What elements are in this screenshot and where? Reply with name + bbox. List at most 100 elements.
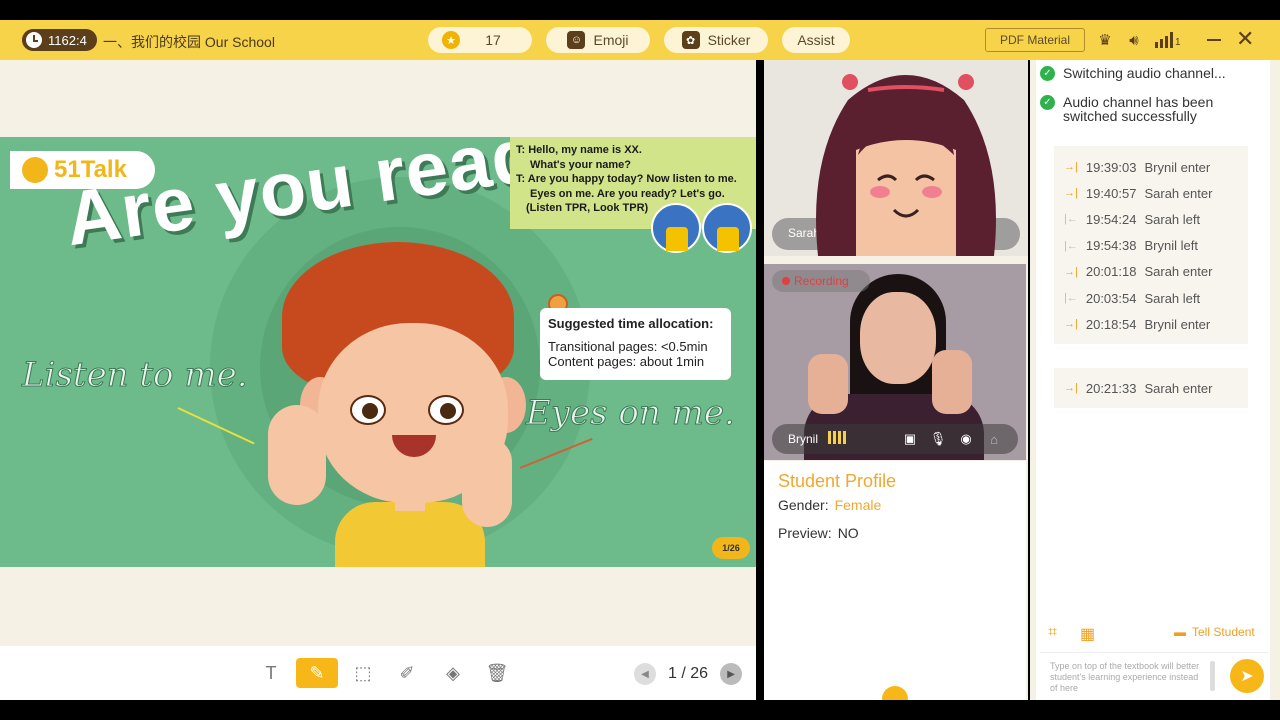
whiteboard-toolbar: T ✎ ⬚ ✐ ◈ 🗑︎ ◀ 1 / 26 ▶ [0,646,756,700]
check-icon: ✓ [1040,95,1055,110]
microphone-icon[interactable]: 🎙︎ [930,431,947,447]
enter-arrow-icon: →| [1064,265,1078,278]
alloc-line: Transitional pages: <0.5min [548,339,708,354]
eraser-tool-icon[interactable]: ◈ [432,658,474,688]
leave-arrow-icon: |← [1064,292,1078,305]
alloc-line: Content pages: about 1min [548,354,705,369]
page-current: 1 [668,665,677,682]
class-timer: 1162:4 [22,29,97,51]
tell-student-button[interactable]: ▬ Tell Student [1174,625,1255,639]
log-time: 19:40:57 [1085,185,1137,201]
chat-input-area: Type on top of the textbook will better … [1040,652,1268,700]
recording-badge: Recording [772,270,870,292]
right-edge [1270,60,1280,700]
close-icon[interactable]: ✕ [1236,28,1254,50]
crop-icon[interactable]: ⌗ [1048,624,1066,642]
log-item: →| 20:21:33 Sarah enter [1054,368,1248,408]
log-time: 20:21:33 [1085,380,1137,396]
boy-shirt [335,502,485,567]
log-time: 20:18:54 [1085,316,1137,332]
boy-hand [462,437,512,527]
log-item: |← 19:54:38 Brynil left [1054,233,1248,259]
pdf-material-button[interactable]: PDF Material [985,28,1085,52]
alloc-title: Suggested time allocation: [548,316,714,331]
gender-value: Female [834,497,882,513]
page-navigator: ◀ 1 / 26 ▶ [634,663,743,685]
teacher-avatar [816,74,996,256]
look-tpr-image [702,203,752,253]
text-tool-icon[interactable]: T [250,658,292,688]
brush-tool-icon[interactable]: ✎ [296,658,338,688]
hand-logo-icon [22,157,48,183]
chat-tools: ⌗ ▦ [1048,624,1098,643]
recording-label: Recording [794,274,849,288]
system-notice: ✓ Audio channel has been switched succes… [1040,95,1240,123]
tip-line: T: Are you happy today? Now listen to me… [516,173,737,185]
cup-icon[interactable]: ♛ [1096,31,1114,49]
delete-tool-icon[interactable]: 🗑︎ [476,658,518,688]
page-separator: / [681,665,686,682]
emoji-label: Emoji [593,32,629,48]
page-indicator: 1 / 26 [668,665,708,683]
star-icon: ★ [442,31,460,49]
chat-panel: ✓ Switching audio channel... ✓ Audio cha… [1036,60,1270,700]
student-name: Brynil [788,432,819,446]
enter-arrow-icon: →| [1064,382,1078,394]
log-item: |← 19:54:24 Sarah left [1054,206,1248,232]
expand-icon[interactable]: ▣ [902,431,918,447]
boy-eye [350,395,386,425]
preview-label: Preview: [778,525,832,541]
time-allocation-box: Suggested time allocation: Transitional … [540,308,731,380]
log-text: Sarah left [1144,211,1201,227]
app-frame: 1162:4 一、我们的校园 Our School ★ 17 ☺ Emoji ✿… [0,0,1280,720]
chat-input[interactable]: Type on top of the textbook will better … [1050,661,1200,694]
leave-arrow-icon: |← [1064,213,1078,226]
teacher-video: Sarah [764,60,1028,256]
log-text: Brynil enter [1144,316,1211,332]
record-dot-icon [782,277,790,285]
boy-eye [428,395,464,425]
system-notice: ✓ Switching audio channel... [1040,66,1226,81]
emoji-button[interactable]: ☺ Emoji [546,27,650,53]
notice-text: Audio channel has been switched successf… [1063,94,1214,124]
prev-page-button[interactable]: ◀ [634,663,656,685]
profile-title: Student Profile [778,471,897,491]
assist-button[interactable]: Assist [782,27,850,53]
log-item: →| 20:18:54 Brynil enter [1054,311,1248,337]
log-text: Sarah left [1144,290,1201,306]
enter-arrow-icon: →| [1064,161,1078,174]
log-time: 19:39:03 [1085,159,1137,175]
next-page-button[interactable]: ▶ [720,663,743,685]
signal-number: 1 [1175,37,1181,48]
minimize-icon[interactable] [1207,39,1221,41]
check-icon: ✓ [1040,66,1055,81]
student-face [860,292,936,384]
gender-row: Gender: Female [778,497,881,513]
add-image-icon[interactable]: ▦ [1080,624,1098,643]
student-video: Recording Brynil ▣ 🎙︎ ◉ ⌂ [764,264,1026,460]
input-scrollbar[interactable] [1210,661,1215,691]
star-reward-button[interactable]: ★ 17 [428,27,532,53]
clock-icon [26,32,42,48]
chat-bubble-icon: ▬ [1174,625,1186,639]
pen-tool-icon[interactable]: ✐ [386,658,428,688]
enter-arrow-icon: →| [1064,187,1078,200]
log-item: |← 20:03:54 Sarah left [1054,285,1248,311]
send-button[interactable]: ➤ [1230,659,1264,693]
camera-icon[interactable]: ◉ [958,431,974,447]
student-thumb [808,354,848,414]
notice-text: Switching audio channel... [1063,65,1226,81]
preview-value: NO [837,525,859,541]
speaker-icon[interactable]: 🔊︎ [1125,31,1143,49]
lesson-title: 一、我们的校园 Our School [103,34,275,50]
courseware-slide[interactable]: 51Talk Are you ready? T: Hello, my name … [0,137,756,567]
log-time: 20:01:18 [1085,264,1137,280]
gender-label: Gender: [778,497,829,513]
student-thumb [932,350,972,414]
assist-label: Assist [797,32,835,48]
sticker-button[interactable]: ✿ Sticker [664,27,768,53]
slide-page-badge: 1/26 [712,537,750,559]
select-tool-icon[interactable]: ⬚ [342,658,384,688]
leave-arrow-icon: |← [1064,239,1078,252]
trophy-icon[interactable]: ⌂ [986,431,1002,447]
